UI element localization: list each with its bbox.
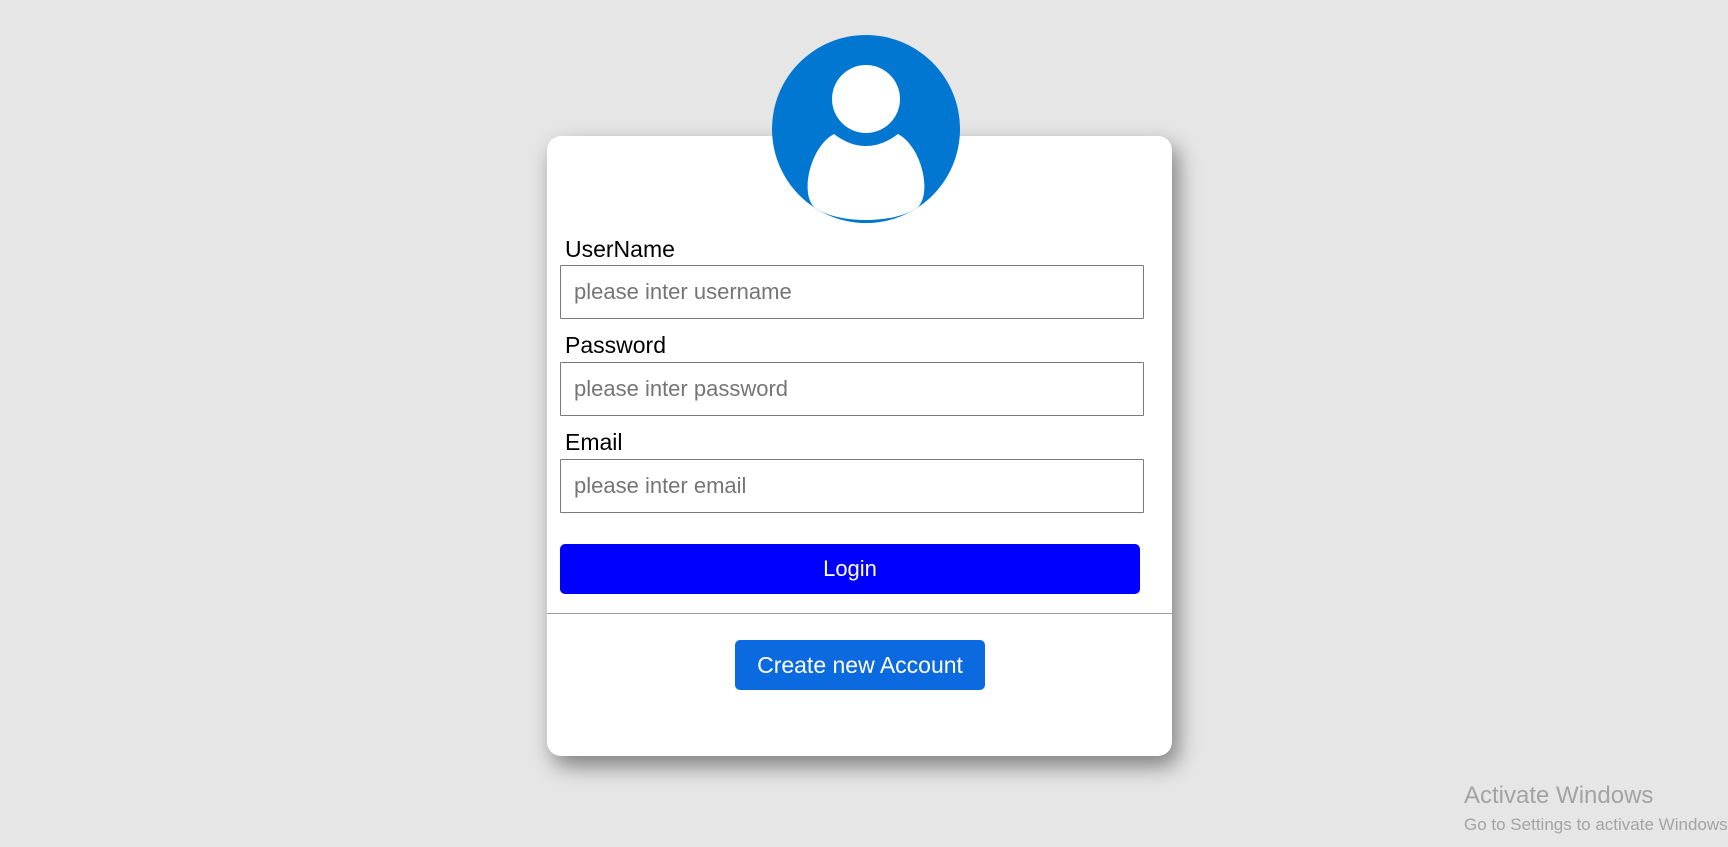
email-label: Email bbox=[565, 429, 623, 455]
create-account-button[interactable]: Create new Account bbox=[735, 640, 985, 690]
login-card: UserName Password Email Login Create new… bbox=[547, 136, 1172, 756]
username-label: UserName bbox=[565, 236, 675, 262]
username-input[interactable] bbox=[560, 265, 1144, 319]
email-input[interactable] bbox=[560, 459, 1144, 513]
login-button[interactable]: Login bbox=[560, 544, 1140, 594]
watermark-title: Activate Windows bbox=[1464, 782, 1654, 809]
watermark-subtitle: Go to Settings to activate Windows. bbox=[1464, 815, 1728, 834]
password-input[interactable] bbox=[560, 362, 1144, 416]
activate-windows-watermark: Activate Windows Go to Settings to activ… bbox=[1464, 782, 1728, 836]
divider bbox=[547, 613, 1172, 614]
password-label: Password bbox=[565, 332, 666, 358]
avatar bbox=[772, 35, 960, 223]
user-icon bbox=[807, 65, 925, 220]
